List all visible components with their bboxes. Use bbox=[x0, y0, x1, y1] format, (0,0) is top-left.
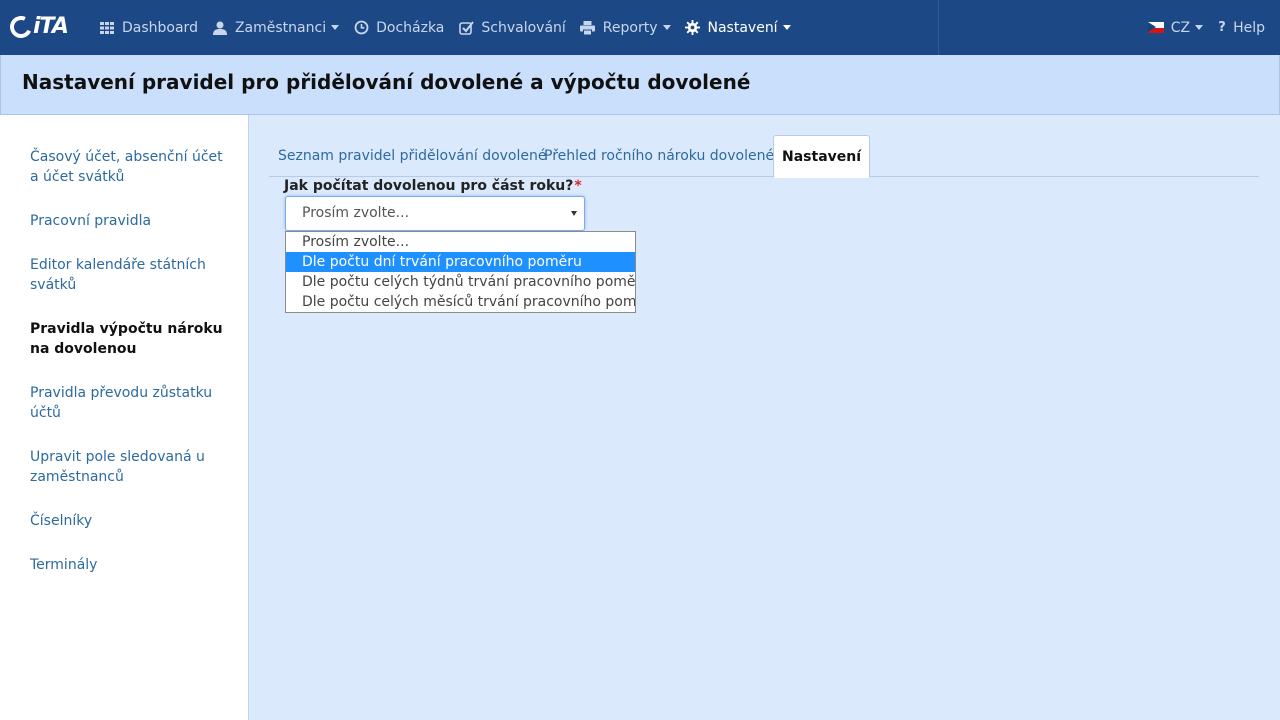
select-option[interactable]: Dle počtu celých týdnů trvání pracovního… bbox=[286, 272, 635, 292]
logo-mark-icon bbox=[6, 12, 36, 42]
required-mark: * bbox=[574, 178, 582, 194]
grid-icon bbox=[99, 20, 115, 36]
tab-bar: Seznam pravidel přidělování dovolené Pře… bbox=[269, 135, 1259, 178]
user-icon bbox=[212, 20, 228, 36]
help-label: Help bbox=[1233, 19, 1265, 36]
select-option[interactable]: Prosím zvolte... bbox=[286, 232, 635, 252]
nav-reports[interactable]: Reporty bbox=[573, 0, 678, 55]
page-header: Nastavení pravidel pro přidělování dovol… bbox=[0, 55, 1280, 115]
nav-settings[interactable]: Nastavení bbox=[678, 0, 798, 55]
nav-employees[interactable]: Zaměstnanci bbox=[205, 0, 346, 55]
nav-approvals-label: Schvalování bbox=[481, 19, 566, 36]
chevron-down-icon bbox=[331, 25, 340, 30]
language-label: CZ bbox=[1170, 19, 1191, 36]
sidebar-item-terminals[interactable]: Terminály bbox=[30, 555, 230, 575]
brand-name: iTA bbox=[33, 14, 69, 39]
sidebar: Časový účet, absenční účet a účet svátků… bbox=[0, 115, 249, 720]
sidebar-item-balance-transfer[interactable]: Pravidla převodu zůstatku účtů bbox=[30, 383, 230, 423]
nav-dashboard[interactable]: Dashboard bbox=[92, 0, 205, 55]
page-title: Nastavení pravidel pro přidělování dovol… bbox=[22, 70, 751, 94]
printer-icon bbox=[580, 20, 596, 36]
top-navbar: iTA Dashboard Zaměstnanci Docházka Schva… bbox=[0, 0, 1280, 55]
nav-right: CZ ? Help bbox=[1141, 0, 1272, 55]
chevron-down-icon bbox=[571, 211, 577, 216]
main-content: Seznam pravidel přidělování dovolené Pře… bbox=[249, 115, 1280, 720]
gear-icon bbox=[685, 20, 701, 36]
tab-rules-list[interactable]: Seznam pravidel přidělování dovolené bbox=[270, 135, 554, 177]
partial-year-select[interactable]: Prosím zvolte... bbox=[285, 196, 585, 231]
tab-settings[interactable]: Nastavení bbox=[773, 135, 871, 178]
select-option[interactable]: Dle počtu dní trvání pracovního poměru bbox=[286, 252, 635, 272]
brand-logo[interactable]: iTA bbox=[6, 12, 76, 42]
nav-attendance-label: Docházka bbox=[376, 19, 445, 36]
question-icon: ? bbox=[1218, 20, 1226, 35]
check-icon bbox=[458, 20, 474, 36]
clock-icon bbox=[353, 20, 369, 36]
chevron-down-icon bbox=[1195, 25, 1204, 30]
nav-approvals[interactable]: Schvalování bbox=[451, 0, 572, 55]
sidebar-item-employee-fields[interactable]: Upravit pole sledovaná u zaměstnanců bbox=[30, 447, 230, 487]
language-selector[interactable]: CZ bbox=[1141, 0, 1210, 55]
field-label: Jak počítat dovolenou pro část roku?* bbox=[284, 178, 582, 194]
select-option[interactable]: Dle počtu celých měsíců trvání pracovníh… bbox=[286, 292, 635, 312]
chevron-down-icon bbox=[662, 25, 671, 30]
nav-employees-label: Zaměstnanci bbox=[234, 19, 327, 36]
nav-settings-label: Nastavení bbox=[707, 19, 778, 36]
nav-attendance[interactable]: Docházka bbox=[346, 0, 451, 55]
nav-dashboard-label: Dashboard bbox=[122, 19, 198, 36]
sidebar-item-time-account[interactable]: Časový účet, absenční účet a účet svátků bbox=[30, 147, 230, 187]
czech-flag-icon bbox=[1147, 22, 1164, 33]
tab-annual-overview[interactable]: Přehled ročního nároku dovolené bbox=[536, 135, 782, 177]
sidebar-item-vacation-rules[interactable]: Pravidla výpočtu nároku na dovolenou bbox=[30, 319, 230, 359]
field-label-text: Jak počítat dovolenou pro část roku? bbox=[284, 178, 574, 194]
nav-reports-label: Reporty bbox=[602, 19, 658, 36]
main-menu: Dashboard Zaměstnanci Docházka Schvalová… bbox=[92, 0, 798, 55]
sidebar-item-work-rules[interactable]: Pracovní pravidla bbox=[30, 211, 230, 231]
select-dropdown-list: Prosím zvolte... Dle počtu dní trvání pr… bbox=[285, 231, 636, 313]
help-link[interactable]: ? Help bbox=[1210, 0, 1272, 55]
sidebar-item-code-lists[interactable]: Číselníky bbox=[30, 511, 230, 531]
select-value: Prosím zvolte... bbox=[302, 205, 410, 221]
sidebar-item-holiday-calendar[interactable]: Editor kalendáře státních svátků bbox=[30, 255, 230, 295]
chevron-down-icon bbox=[782, 25, 791, 30]
nav-divider bbox=[938, 0, 939, 55]
